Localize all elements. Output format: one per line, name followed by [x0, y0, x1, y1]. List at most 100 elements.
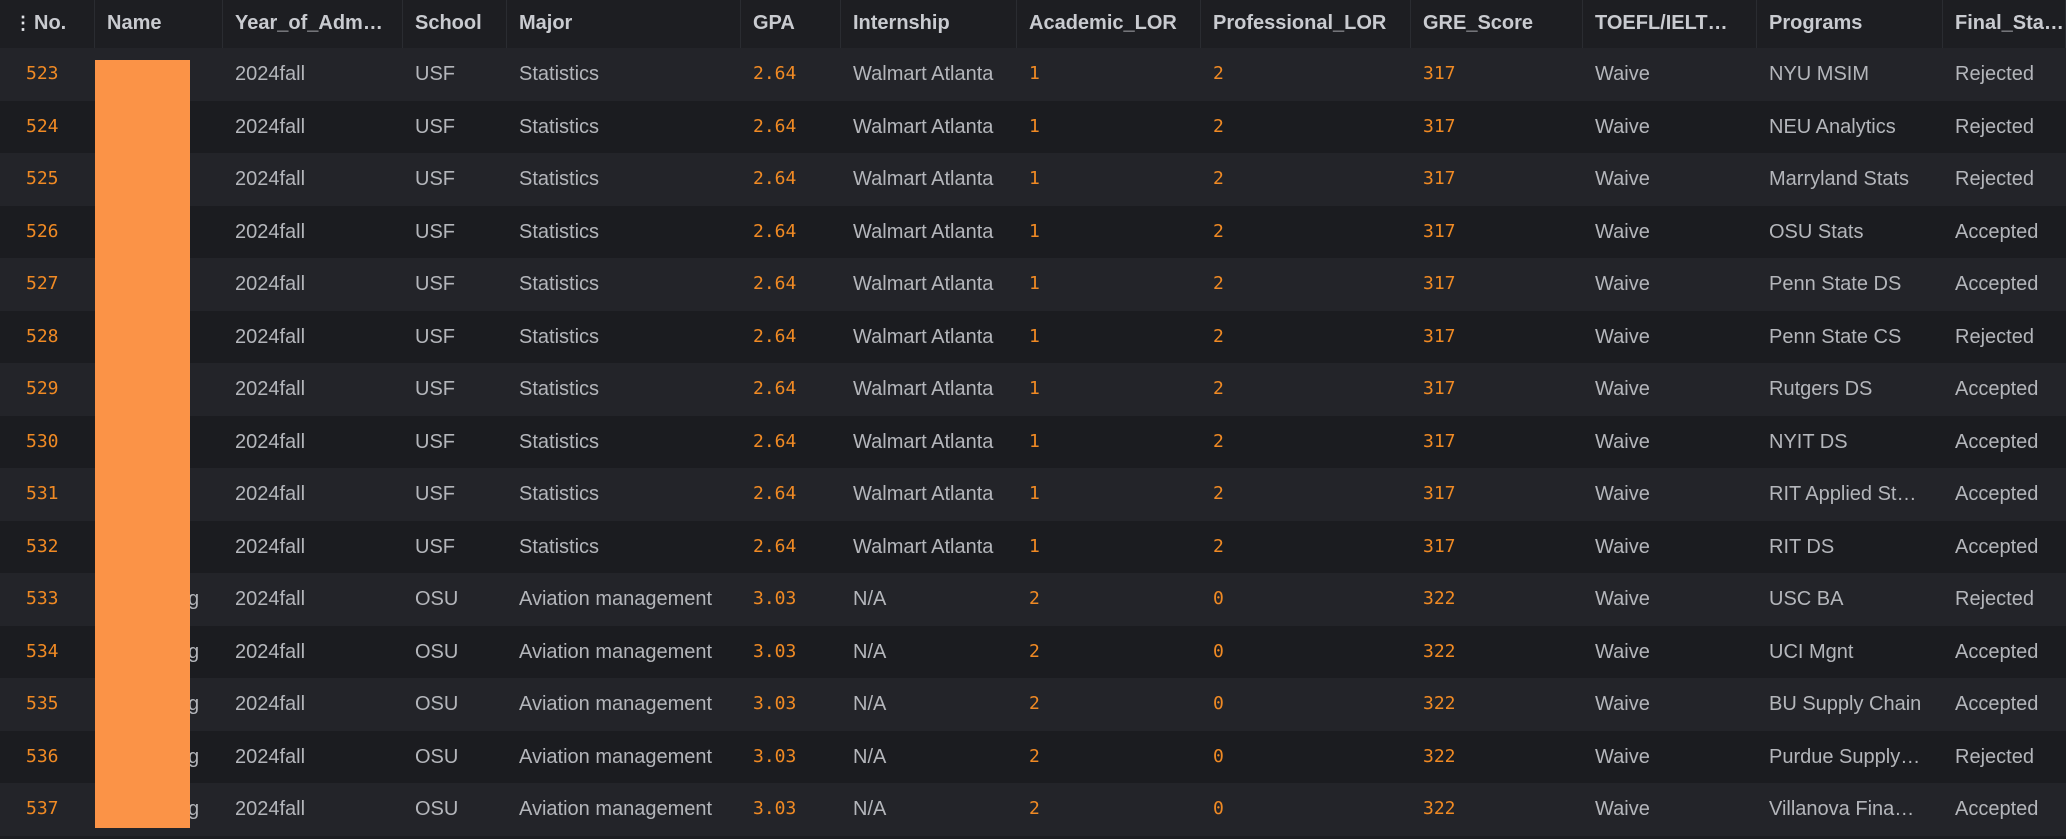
cell-year[interactable]: 2024fall [223, 468, 403, 521]
cell-school[interactable]: USF [403, 48, 507, 101]
cell-gpa[interactable]: 2.64 [741, 521, 841, 574]
cell-major[interactable]: Statistics [507, 48, 741, 101]
cell-school[interactable]: USF [403, 258, 507, 311]
cell-academic_lor[interactable]: 2 [1017, 678, 1201, 731]
column-header-school[interactable]: School [403, 0, 507, 48]
cell-academic_lor[interactable]: 2 [1017, 626, 1201, 679]
cell-academic_lor[interactable]: 1 [1017, 363, 1201, 416]
cell-professional_lor[interactable]: 2 [1201, 416, 1411, 469]
cell-gpa[interactable]: 3.03 [741, 626, 841, 679]
cell-professional_lor[interactable]: 0 [1201, 626, 1411, 679]
cell-year[interactable]: 2024fall [223, 678, 403, 731]
cell-year[interactable]: 2024fall [223, 416, 403, 469]
cell-final_status[interactable]: Accepted [1943, 678, 2066, 731]
column-header-no[interactable]: ⋮ No. [0, 0, 95, 48]
cell-internship[interactable]: N/A [841, 626, 1017, 679]
table-row[interactable]: 535 g 2024fall OSU Aviation management 3.03 N/… [0, 678, 2066, 731]
cell-academic_lor[interactable]: 1 [1017, 521, 1201, 574]
table-row[interactable]: 530 2024fall USF Statistics 2.64 Walmart Atla… [0, 415, 2066, 469]
cell-major[interactable]: Statistics [507, 363, 741, 416]
cell-internship[interactable]: N/A [841, 731, 1017, 784]
cell-no[interactable]: 536 [0, 731, 95, 784]
cell-gre[interactable]: 317 [1411, 416, 1583, 469]
cell-internship[interactable]: Walmart Atlanta [841, 416, 1017, 469]
column-header-toefl[interactable]: TOEFL/IELT… [1583, 0, 1757, 48]
cell-year[interactable]: 2024fall [223, 626, 403, 679]
cell-professional_lor[interactable]: 2 [1201, 311, 1411, 364]
cell-academic_lor[interactable]: 2 [1017, 731, 1201, 784]
cell-no[interactable]: 524 [0, 101, 95, 154]
cell-gpa[interactable]: 2.64 [741, 311, 841, 364]
cell-toefl[interactable]: Waive [1583, 626, 1757, 679]
cell-gre[interactable]: 317 [1411, 311, 1583, 364]
cell-gre[interactable]: 322 [1411, 678, 1583, 731]
cell-no[interactable]: 530 [0, 416, 95, 469]
table-row[interactable]: 534 g 2024fall OSU Aviation management 3.03 N/… [0, 625, 2066, 679]
cell-professional_lor[interactable]: 0 [1201, 783, 1411, 836]
cell-school[interactable]: USF [403, 468, 507, 521]
cell-professional_lor[interactable]: 2 [1201, 363, 1411, 416]
cell-major[interactable]: Statistics [507, 311, 741, 364]
cell-no[interactable]: 535 [0, 678, 95, 731]
column-header-professional_lor[interactable]: Professional_LOR [1201, 0, 1411, 48]
cell-year[interactable]: 2024fall [223, 153, 403, 206]
cell-school[interactable]: USF [403, 521, 507, 574]
cell-professional_lor[interactable]: 0 [1201, 573, 1411, 626]
cell-no[interactable]: 537 [0, 783, 95, 836]
cell-internship[interactable]: Walmart Atlanta [841, 258, 1017, 311]
cell-major[interactable]: Statistics [507, 153, 741, 206]
table-row[interactable]: 536 g 2024fall OSU Aviation management 3.03 N/… [0, 730, 2066, 784]
cell-final_status[interactable]: Accepted [1943, 206, 2066, 259]
cell-final_status[interactable]: Rejected [1943, 48, 2066, 101]
cell-toefl[interactable]: Waive [1583, 731, 1757, 784]
cell-programs[interactable]: BU Supply Chain [1757, 678, 1943, 731]
cell-school[interactable]: OSU [403, 783, 507, 836]
cell-internship[interactable]: Walmart Atlanta [841, 363, 1017, 416]
cell-programs[interactable]: USC BA [1757, 573, 1943, 626]
cell-major[interactable]: Aviation management [507, 678, 741, 731]
cell-toefl[interactable]: Waive [1583, 311, 1757, 364]
cell-internship[interactable]: Walmart Atlanta [841, 468, 1017, 521]
cell-no[interactable]: 528 [0, 311, 95, 364]
cell-school[interactable]: USF [403, 363, 507, 416]
cell-no[interactable]: 523 [0, 48, 95, 101]
cell-professional_lor[interactable]: 2 [1201, 468, 1411, 521]
cell-toefl[interactable]: Waive [1583, 521, 1757, 574]
cell-year[interactable]: 2024fall [223, 101, 403, 154]
cell-toefl[interactable]: Waive [1583, 783, 1757, 836]
cell-school[interactable]: OSU [403, 626, 507, 679]
cell-gre[interactable]: 317 [1411, 468, 1583, 521]
cell-year[interactable]: 2024fall [223, 258, 403, 311]
cell-final_status[interactable]: Accepted [1943, 521, 2066, 574]
cell-internship[interactable]: Walmart Atlanta [841, 153, 1017, 206]
cell-major[interactable]: Statistics [507, 258, 741, 311]
cell-major[interactable]: Statistics [507, 101, 741, 154]
cell-no[interactable]: 527 [0, 258, 95, 311]
cell-no[interactable]: 533 [0, 573, 95, 626]
column-header-programs[interactable]: Programs [1757, 0, 1943, 48]
cell-toefl[interactable]: Waive [1583, 48, 1757, 101]
cell-year[interactable]: 2024fall [223, 311, 403, 364]
cell-major[interactable]: Statistics [507, 468, 741, 521]
cell-year[interactable]: 2024fall [223, 48, 403, 101]
cell-programs[interactable]: Penn State DS [1757, 258, 1943, 311]
cell-final_status[interactable]: Accepted [1943, 363, 2066, 416]
cell-major[interactable]: Aviation management [507, 783, 741, 836]
cell-no[interactable]: 532 [0, 521, 95, 574]
cell-programs[interactable]: UCI Mgnt [1757, 626, 1943, 679]
cell-academic_lor[interactable]: 1 [1017, 48, 1201, 101]
cell-internship[interactable]: N/A [841, 678, 1017, 731]
cell-gpa[interactable]: 2.64 [741, 468, 841, 521]
cell-no[interactable]: 531 [0, 468, 95, 521]
column-header-major[interactable]: Major [507, 0, 741, 48]
cell-gpa[interactable]: 3.03 [741, 678, 841, 731]
table-row[interactable]: 533 g 2024fall OSU Aviation management 3.03 N/… [0, 573, 2066, 626]
table-row[interactable]: 524 2024fall USF Statistics 2.64 Walmart Atla… [0, 100, 2066, 154]
cell-year[interactable]: 2024fall [223, 363, 403, 416]
cell-school[interactable]: OSU [403, 731, 507, 784]
cell-major[interactable]: Aviation management [507, 573, 741, 626]
cell-school[interactable]: USF [403, 206, 507, 259]
cell-toefl[interactable]: Waive [1583, 363, 1757, 416]
cell-toefl[interactable]: Waive [1583, 678, 1757, 731]
cell-year[interactable]: 2024fall [223, 573, 403, 626]
